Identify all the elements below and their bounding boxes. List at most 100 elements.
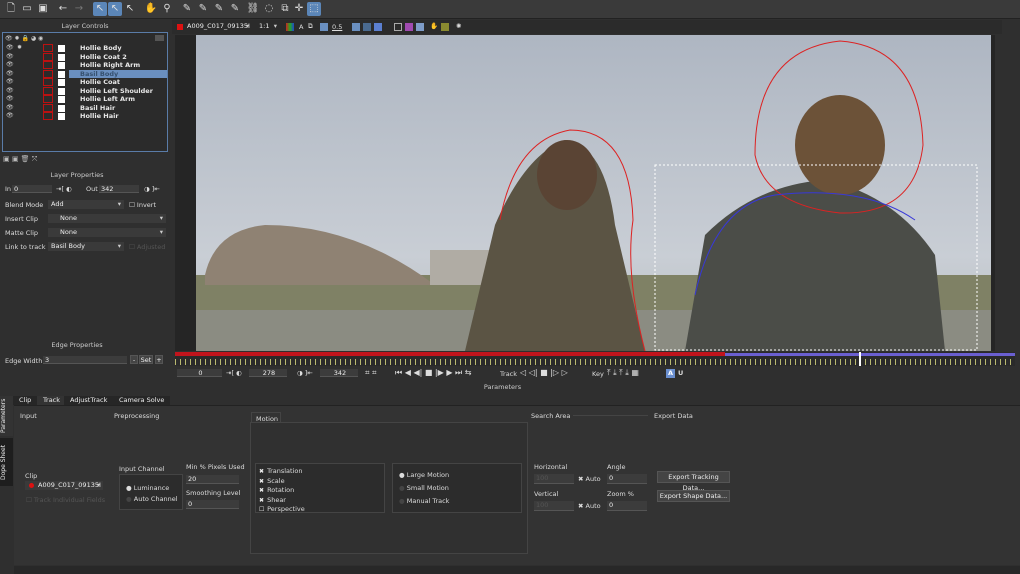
matte-color-swatch[interactable] [58, 62, 65, 69]
out-field[interactable]: 342 [99, 185, 139, 193]
layer-row[interactable]: 👁 Hollie Coat 2 [3, 52, 167, 62]
export-shape-data-button[interactable]: Export Shape Data... [657, 490, 730, 502]
insert-clip-select[interactable]: None [48, 214, 166, 223]
side-tab-parameters[interactable]: Parameters [0, 396, 13, 436]
layer-row[interactable]: 👁 Hollie Coat [3, 78, 167, 87]
matte-color-swatch[interactable] [58, 104, 65, 112]
motion-option-checkbox[interactable]: ✖ Rotation [259, 486, 294, 494]
fit-range-icons[interactable]: ⌗ ⌗ [365, 368, 377, 378]
b-spline-icon[interactable]: ✎ [212, 2, 226, 16]
b-spline-add-icon[interactable]: ✎ [228, 2, 242, 16]
matte-color-swatch[interactable] [58, 79, 65, 86]
blend-mode-select[interactable]: Add [48, 200, 124, 209]
viewer-canvas[interactable] [175, 35, 995, 351]
x-spline-icon[interactable]: ✎ [180, 2, 194, 16]
layer-row[interactable]: 👁 Hollie Hair [3, 112, 167, 121]
layer-row[interactable]: 👁 Basil Body [3, 69, 167, 79]
playback-controls[interactable]: ⏮ ◀ ◀| ■ |▶ ▶ ⏭ ⇆ [395, 368, 471, 378]
zoom-icon[interactable]: ⚲ [160, 2, 174, 16]
matte-color-swatch[interactable] [58, 45, 65, 52]
overlay-icon[interactable]: ⧉ [308, 22, 313, 31]
keyframe-controls[interactable]: ⤒ ⤓ ⤒ ⤓ ▦ [607, 368, 639, 378]
matte-view-icon[interactable] [320, 23, 328, 31]
edge-width-plus[interactable]: + [155, 355, 163, 364]
stabilize-icon[interactable] [363, 23, 371, 31]
auto-key-toggle[interactable]: A [666, 369, 675, 378]
matte-color-swatch[interactable] [58, 113, 65, 120]
layer-color-swatch[interactable] [43, 61, 53, 69]
layer-color-swatch[interactable] [43, 44, 53, 52]
horizontal-field[interactable]: 100 [534, 474, 574, 484]
set-in-icon[interactable]: ⇥[ ◐ [56, 185, 72, 193]
motion-option-checkbox[interactable]: ✖ Translation [259, 467, 303, 475]
grid-icon[interactable] [405, 23, 413, 31]
alpha-toggle[interactable]: A [299, 23, 303, 31]
fit-icon[interactable] [394, 23, 402, 31]
invert-checkbox[interactable]: ☐ Invert [129, 201, 156, 209]
layer-color-swatch[interactable] [43, 69, 53, 78]
input-clip-select[interactable]: A009_C017_09135I [25, 481, 103, 490]
lasso-icon[interactable]: ◌ [262, 2, 276, 16]
angle-field[interactable]: 0 [607, 474, 647, 484]
set-out-point-icon[interactable]: ◑ ]⇤ [297, 369, 313, 377]
matte-color-swatch[interactable] [58, 87, 65, 95]
hand-icon[interactable]: ✋ [430, 22, 438, 30]
rgb-channels-icon[interactable] [286, 23, 294, 31]
min-pixels-field[interactable]: 20 [186, 475, 239, 484]
vertical-auto-checkbox[interactable]: ✖ Auto [578, 502, 601, 510]
motion-option-checkbox[interactable]: ✖ Shear [259, 496, 286, 504]
timeline[interactable] [175, 352, 1015, 366]
visibility-eye-icon[interactable]: 👁 [6, 70, 14, 79]
zoom-select[interactable]: 1:1 [256, 22, 280, 31]
tab-clip[interactable]: Clip [13, 396, 38, 405]
opacity-value[interactable]: 0.5 [332, 23, 342, 31]
move-icon[interactable]: ✛ [292, 2, 306, 16]
motion-option-checkbox[interactable]: ✖ Scale [259, 477, 285, 485]
layer-row[interactable]: 👁 Basil Hair [3, 103, 167, 113]
start-frame-field[interactable]: 0 [177, 369, 222, 377]
set-out-icon[interactable]: ◑ ]⇤ [144, 185, 160, 193]
playhead[interactable] [859, 352, 861, 366]
view-mode-icon[interactable] [352, 23, 360, 31]
adjusted-checkbox[interactable]: ☐ Adjusted [129, 243, 165, 251]
track-individual-fields-checkbox[interactable]: ☐ Track Individual Fields [26, 496, 105, 504]
layer-row[interactable]: 👁 Hollie Left Shoulder [3, 86, 167, 96]
end-frame-field[interactable]: 342 [320, 369, 358, 377]
motion-tab[interactable]: Motion [251, 412, 281, 423]
visibility-eye-icon[interactable]: 👁 [6, 61, 14, 70]
clip-select[interactable]: A009_C017_09135I [184, 22, 252, 31]
layer-row[interactable]: 👁 ✹ Hollie Body [3, 44, 167, 53]
layer-row[interactable]: 👁 Hollie Left Arm [3, 95, 167, 104]
select-tool-icon[interactable]: ↖ [93, 2, 107, 16]
matte-color-swatch[interactable] [58, 96, 65, 103]
visibility-eye-icon[interactable]: 👁 [6, 44, 14, 53]
trace-icon[interactable] [441, 23, 449, 31]
horizontal-auto-checkbox[interactable]: ✖ Auto [578, 475, 601, 483]
tab-camera-solve[interactable]: Camera Solve [113, 396, 171, 405]
track-controls[interactable]: ◁ ◁| ■ |▷ ▷ [520, 368, 568, 377]
track-view-icon[interactable] [374, 23, 382, 31]
auto-channel-radio[interactable]: ● Auto Channel [126, 495, 178, 503]
layer-color-swatch[interactable] [43, 112, 53, 120]
layer-color-swatch[interactable] [43, 95, 53, 103]
motion-option-checkbox[interactable]: ☐ Perspective [259, 505, 305, 513]
edge-width-set[interactable]: Set [139, 355, 153, 364]
save-icon[interactable]: ▣ [36, 2, 50, 16]
visibility-eye-icon[interactable]: 👁 [6, 87, 14, 96]
edge-width-minus[interactable]: - [130, 355, 138, 364]
edge-width-field[interactable]: 3 [43, 356, 127, 364]
export-tracking-data-button[interactable]: Export Tracking Data... [657, 471, 730, 492]
layer-color-swatch[interactable] [43, 78, 53, 86]
layer-menu-icon[interactable] [155, 35, 164, 41]
set-in-point-icon[interactable]: ⇥[ ◐ [226, 369, 242, 377]
undo-icon[interactable]: ← [56, 2, 70, 16]
matte-clip-select[interactable]: None [48, 228, 166, 237]
cog-icon[interactable]: ✹ [17, 44, 22, 53]
visibility-eye-icon[interactable]: 👁 [6, 104, 14, 113]
hand-pan-icon[interactable]: ✋ [144, 2, 158, 16]
layer-row[interactable]: 👁 Hollie Right Arm [3, 61, 167, 70]
visibility-eye-icon[interactable]: 👁 [6, 78, 14, 87]
in-field[interactable]: 0 [12, 185, 52, 193]
transform-icon[interactable]: ⧉ [278, 2, 292, 16]
settings-icon[interactable]: ✺ [456, 22, 461, 30]
